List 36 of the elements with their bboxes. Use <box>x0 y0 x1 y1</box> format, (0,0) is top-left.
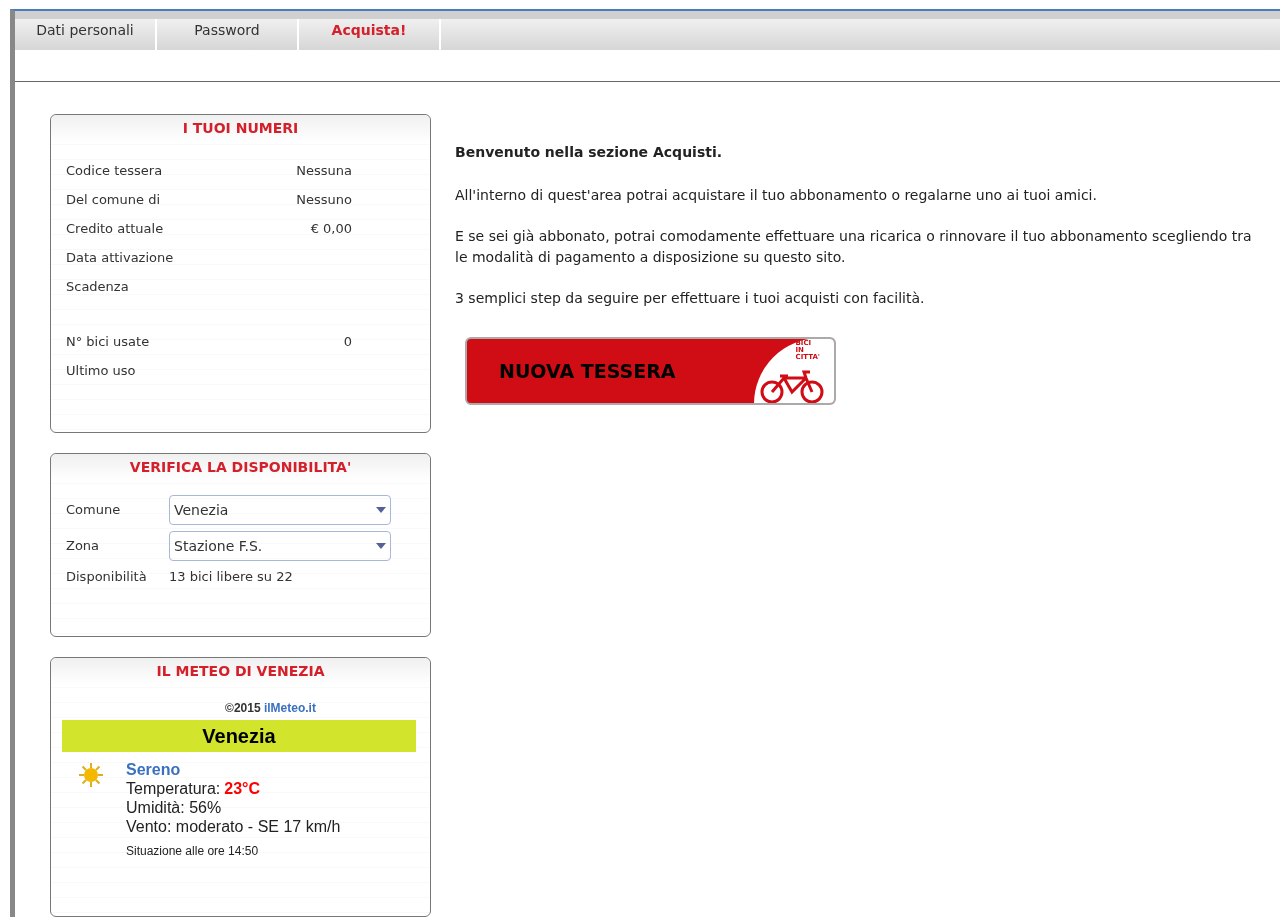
humidity-text: Umidità: 56% <box>126 798 223 817</box>
wind-text: Vento: moderato - SE 17 km/h <box>126 817 341 836</box>
intro-paragraph: All'interno di quest'area potrai acquistare il tuo abbonamento o regalarne uno ai tuoi amici. <box>455 186 1098 205</box>
temperature-label: Temperatura: <box>126 779 221 798</box>
dropdown-select[interactable]: Venezia <box>169 495 391 525</box>
field-label: Codice tessera <box>66 161 163 180</box>
field-value: Nessuna <box>296 161 352 180</box>
field-label: Del comune di <box>66 190 160 209</box>
intro-heading: Benvenuto nella sezione Acquisti. <box>455 143 724 162</box>
field-label: Comune <box>66 501 122 520</box>
temperature-value: 23°C <box>224 779 260 798</box>
field-value: Nessuno <box>296 190 352 209</box>
update-time: Situazione alle ore 14:50 <box>126 843 260 860</box>
field-label: Ultimo uso <box>66 361 136 380</box>
copyright-text: ©2015 <box>225 701 261 715</box>
field-label: N° bici usate <box>66 332 150 351</box>
source-link[interactable]: ilMeteo.it <box>263 701 316 715</box>
caret-icon <box>376 543 386 549</box>
field-label: Scadenza <box>66 277 129 296</box>
field-label: Zona <box>66 537 101 556</box>
dropdown-select[interactable]: Stazione F.S. <box>169 531 391 561</box>
intro-paragraph: E se sei già abbonato, potrai comodamente effettuare una ricarica o rinnovare il tuo abbonamento scegliendo tra le modalità di pagamento a disposizione su questo sito. <box>455 227 1253 267</box>
field-label: Credito attuale <box>66 219 164 238</box>
caret-icon <box>376 507 386 513</box>
tab[interactable]: Dati personali <box>15 19 157 51</box>
field-label: Disponibilità <box>66 568 148 586</box>
tab[interactable]: Acquista! <box>299 19 441 51</box>
tab[interactable]: Password <box>157 19 299 51</box>
field-value: 13 bici libere su 22 <box>169 568 293 586</box>
intro-paragraph: 3 semplici step da seguire per effettuare i tuoi acquisti con facilità. <box>455 289 926 308</box>
sun-icon <box>78 762 104 788</box>
field-value: € 0,00 <box>310 219 352 238</box>
weather-condition: Sereno <box>126 760 182 779</box>
field-value: 0 <box>343 332 352 351</box>
field-label: Data attivazione <box>66 248 174 267</box>
city-banner: Venezia <box>62 720 416 752</box>
